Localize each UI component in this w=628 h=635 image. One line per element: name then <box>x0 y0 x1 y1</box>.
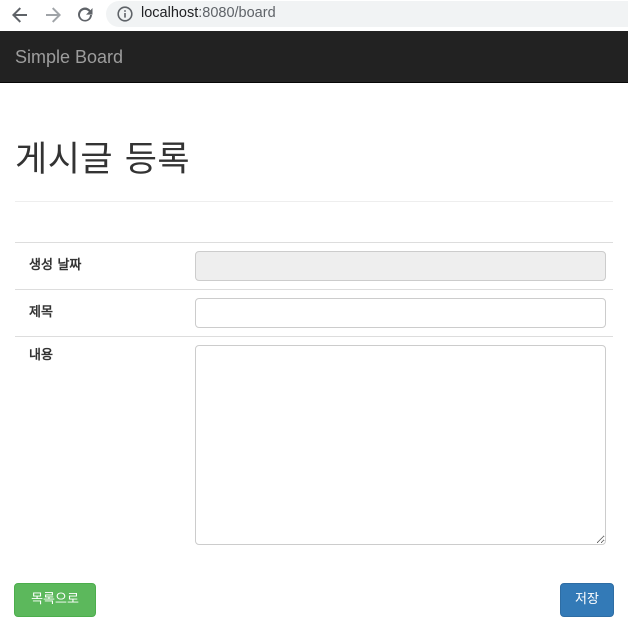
reload-button[interactable] <box>73 3 97 27</box>
post-form-table: 생성 날짜 제목 내용 <box>15 242 613 551</box>
date-label: 생성 날짜 <box>29 258 82 273</box>
forward-arrow-icon <box>46 7 61 23</box>
forward-button[interactable] <box>41 3 65 27</box>
date-row: 생성 날짜 <box>15 242 613 289</box>
back-to-list-button[interactable]: 목록으로 <box>14 583 96 617</box>
content-textarea[interactable] <box>195 345 606 545</box>
url-path: :8080/board <box>198 5 276 21</box>
back-arrow-icon <box>12 7 27 23</box>
content-row: 내용 <box>15 336 613 551</box>
back-button[interactable] <box>8 3 32 27</box>
browser-toolbar: localhost:8080/board <box>0 0 628 30</box>
title-input[interactable] <box>195 298 606 328</box>
info-icon <box>117 6 133 22</box>
page-header: 게시글 등록 <box>15 132 613 202</box>
reload-icon <box>78 7 93 22</box>
navbar: Simple Board <box>0 31 628 83</box>
title-label: 제목 <box>29 305 53 320</box>
page-title: 게시글 등록 <box>15 140 191 180</box>
save-button[interactable]: 저장 <box>560 583 614 617</box>
url-host: localhost <box>141 5 199 21</box>
navbar-brand-link[interactable]: Simple Board <box>15 46 123 68</box>
url-text: localhost:8080/board <box>141 5 276 21</box>
date-field <box>195 251 606 281</box>
address-bar[interactable]: localhost:8080/board <box>106 1 628 27</box>
title-row: 제목 <box>15 289 613 336</box>
content-label: 내용 <box>29 348 53 363</box>
